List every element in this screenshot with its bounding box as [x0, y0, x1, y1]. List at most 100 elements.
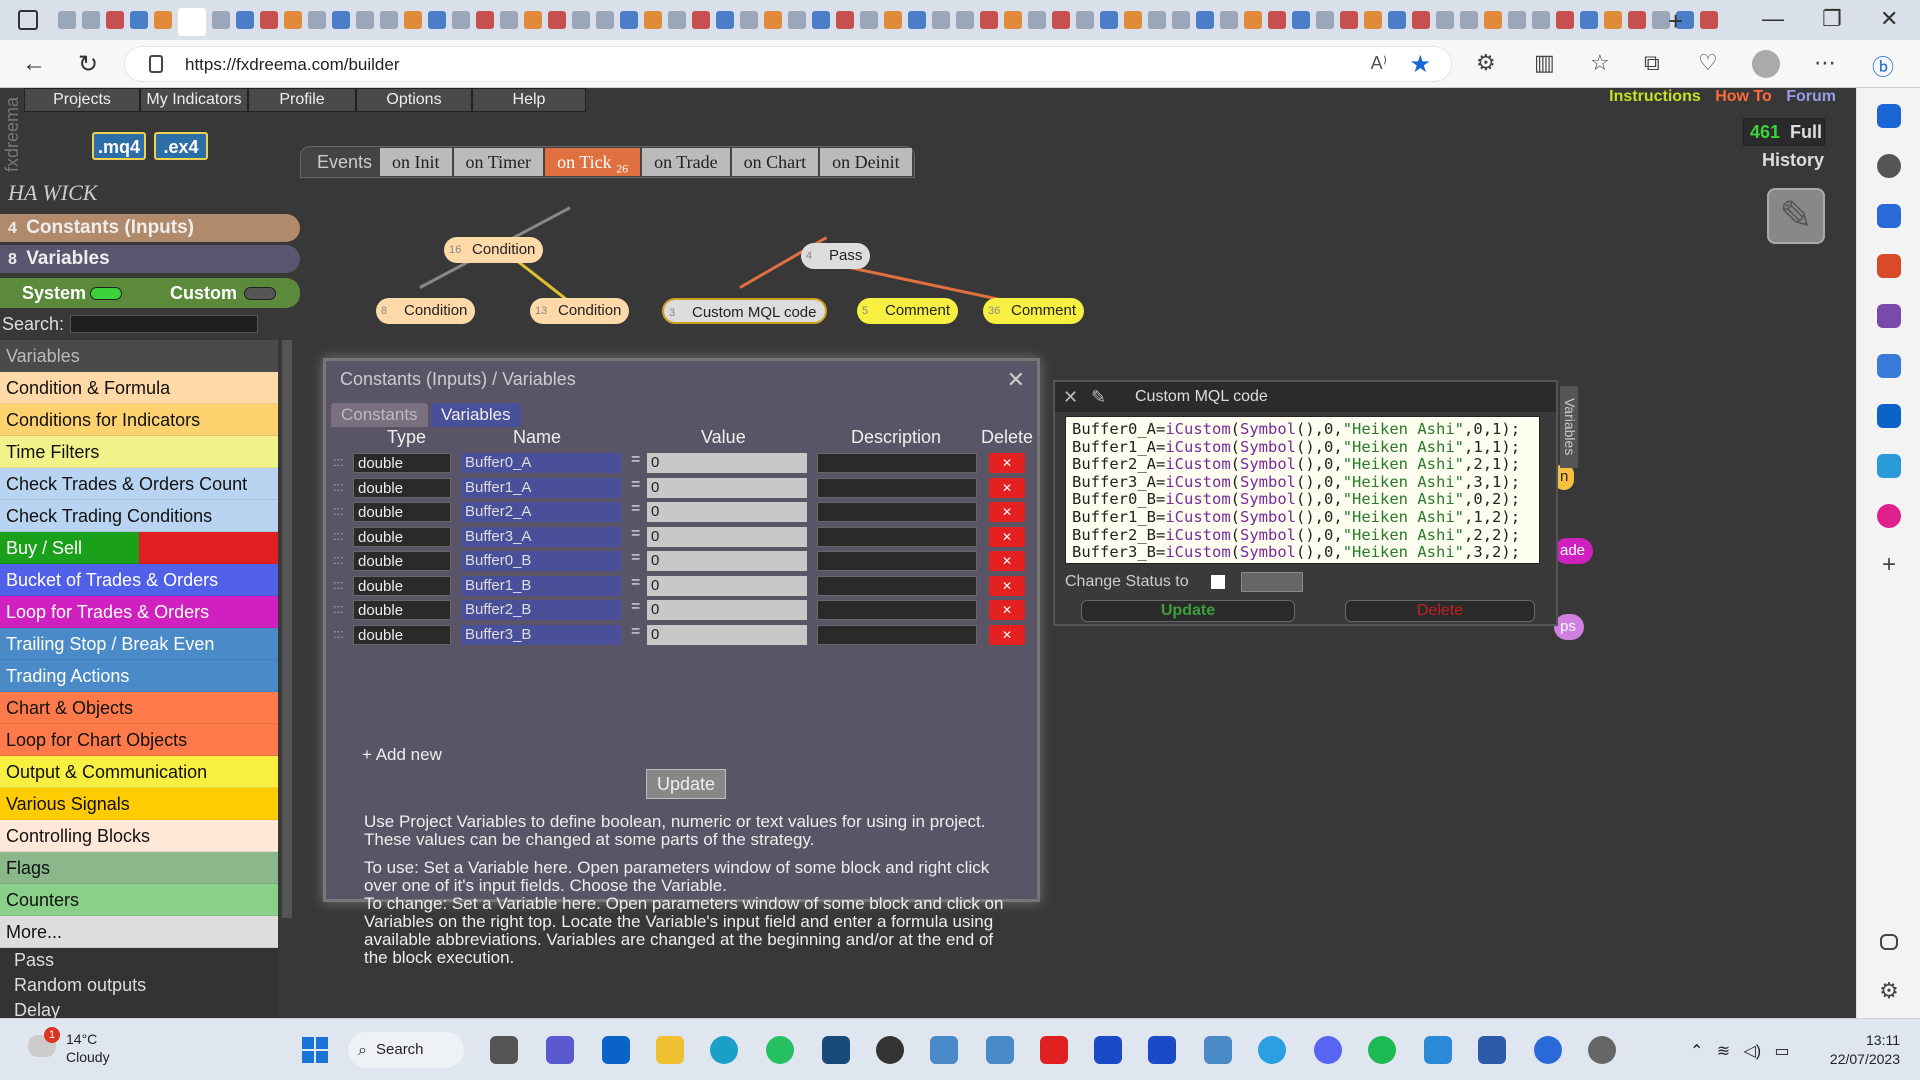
node-condition-13[interactable]: 13 Condition	[530, 298, 630, 324]
category-item[interactable]: Counters	[0, 884, 278, 916]
bing-copilot-icon[interactable]: ⓑ	[1872, 50, 1894, 82]
tab-actions-icon[interactable]	[18, 10, 38, 30]
category-item[interactable]: Output & Communication	[0, 756, 278, 788]
node-comment-36[interactable]: 36 Comment	[983, 298, 1085, 324]
new-tab-button[interactable]: +	[1668, 6, 1683, 37]
description-input[interactable]	[817, 575, 977, 596]
app-taskbar-icon[interactable]	[986, 1036, 1014, 1064]
category-item[interactable]: Time Filters	[0, 436, 278, 468]
drag-handle-icon[interactable]: :::	[333, 479, 344, 494]
pin-icon[interactable]: ✎	[1091, 382, 1106, 412]
value-input[interactable]: 0	[647, 526, 807, 547]
app-taskbar-icon[interactable]	[1534, 1036, 1562, 1064]
system-tray[interactable]: ⌃ ≋ ◁) ▭	[1690, 1041, 1790, 1061]
tab-on-chart[interactable]: on Chart	[731, 148, 819, 176]
favorites-icon[interactable]: ☆	[1590, 50, 1610, 76]
node-condition-16[interactable]: 16 Condition	[444, 237, 544, 263]
category-item[interactable]: Check Trading Conditions	[0, 500, 278, 532]
node-condition-8[interactable]: 8 Condition	[376, 298, 476, 324]
description-input[interactable]	[817, 624, 977, 645]
category-item[interactable]: More...	[0, 916, 278, 948]
url-text[interactable]: https://fxdreema.com/builder	[185, 55, 399, 75]
name-input[interactable]: Buffer3_A	[461, 526, 621, 547]
category-item[interactable]: Check Trades & Orders Count	[0, 468, 278, 500]
delete-icon[interactable]: ✕	[989, 453, 1025, 473]
delete-icon[interactable]: ✕	[989, 575, 1025, 596]
name-input[interactable]: Buffer1_B	[461, 575, 621, 596]
menu-help[interactable]: Help	[472, 88, 586, 112]
whatsapp-icon[interactable]	[766, 1036, 794, 1064]
ig-icon[interactable]	[1040, 1036, 1068, 1064]
variables-row[interactable]: 8 Variables	[0, 245, 300, 273]
category-item[interactable]: Buy / Sell	[0, 532, 278, 564]
delete-icon[interactable]: ✕	[989, 502, 1025, 522]
ex4-button[interactable]: .ex4	[154, 132, 208, 160]
category-item[interactable]: Flags	[0, 852, 278, 884]
shopping-icon[interactable]	[1877, 204, 1901, 228]
tab-on-deinit[interactable]: on Deinit	[820, 148, 912, 176]
profile-avatar[interactable]	[1752, 50, 1780, 78]
settings-icon[interactable]: ⚙	[1877, 978, 1901, 1003]
category-item[interactable]: Trading Actions	[0, 660, 278, 692]
notifications-icon[interactable]	[1877, 104, 1901, 128]
type-select[interactable]: double	[353, 575, 451, 596]
tools-icon[interactable]	[1877, 254, 1901, 278]
sub-item-random-outputs[interactable]: Random outputs	[0, 973, 278, 998]
tab-on-init[interactable]: on Init	[380, 148, 452, 176]
delete-icon[interactable]: ✕	[989, 551, 1025, 571]
type-select[interactable]: double	[353, 551, 451, 571]
refresh-icon[interactable]: ↻	[78, 50, 98, 79]
menu-profile[interactable]: Profile	[248, 88, 356, 112]
discord-icon[interactable]	[1314, 1036, 1342, 1064]
edge-taskbar-icon[interactable]	[710, 1036, 738, 1064]
tab-favicons[interactable]	[58, 8, 1718, 36]
microsoft365-icon[interactable]	[1877, 354, 1901, 378]
type-select[interactable]: double	[353, 526, 451, 547]
mq4-button[interactable]: .mq4	[92, 132, 146, 160]
drag-handle-icon[interactable]: :::	[333, 626, 344, 641]
taskbar-search[interactable]: ⌕ Search	[348, 1032, 464, 1068]
read-aloud-icon[interactable]: A⁾	[1371, 53, 1387, 74]
description-input[interactable]	[817, 453, 977, 473]
project-title[interactable]: HA WICK	[8, 180, 97, 206]
category-item[interactable]: Various Signals	[0, 788, 278, 820]
node-custom-mql-3[interactable]: 3 Custom MQL code	[662, 298, 827, 324]
close-mql-icon[interactable]: ✕	[1063, 382, 1078, 412]
task-view-icon[interactable]	[490, 1036, 518, 1064]
settings-taskbar-icon[interactable]	[1588, 1036, 1616, 1064]
type-select[interactable]: double	[353, 600, 451, 620]
telegram-icon[interactable]	[1258, 1036, 1286, 1064]
word-icon[interactable]	[1478, 1036, 1506, 1064]
type-select[interactable]: double	[353, 453, 451, 473]
search-icon[interactable]	[1877, 154, 1901, 178]
add-sidebar-app-icon[interactable]: +	[1877, 553, 1901, 578]
category-item[interactable]: Condition & Formula	[0, 372, 278, 404]
value-input[interactable]: 0	[647, 477, 807, 498]
value-input[interactable]: 0	[647, 502, 807, 522]
drag-handle-icon[interactable]: :::	[333, 454, 344, 469]
drag-handle-icon[interactable]: :::	[333, 601, 344, 616]
node-partial-trade[interactable]: ade	[1554, 538, 1594, 564]
category-item[interactable]: Chart & Objects	[0, 692, 278, 724]
howto-link[interactable]: How To	[1715, 88, 1772, 105]
drop-icon[interactable]	[1877, 454, 1901, 478]
hide-sidebar-icon[interactable]	[1880, 934, 1898, 950]
description-input[interactable]	[817, 526, 977, 547]
drag-handle-icon[interactable]: :::	[333, 577, 344, 592]
category-item[interactable]: Controlling Blocks	[0, 820, 278, 852]
node-comment-5[interactable]: 5 Comment	[857, 298, 959, 324]
extensions-icon[interactable]: ⚙	[1476, 50, 1496, 76]
instructions-link[interactable]: Instructions	[1609, 88, 1701, 105]
mql-code-editor[interactable]: Buffer0_A=iCustom(Symbol(),0,"Heiken Ash…	[1065, 416, 1540, 564]
delete-icon[interactable]: ✕	[989, 477, 1025, 498]
name-input[interactable]: Buffer2_A	[461, 502, 621, 522]
sub-item-pass[interactable]: Pass	[0, 948, 278, 973]
menu-projects[interactable]: Projects	[24, 88, 140, 112]
tab-on-timer[interactable]: on Timer	[453, 148, 544, 176]
outlook-icon[interactable]	[1877, 404, 1901, 428]
name-input[interactable]: Buffer2_B	[461, 600, 621, 620]
file-explorer-icon[interactable]	[656, 1036, 684, 1064]
favorite-star-icon[interactable]: ★	[1409, 50, 1431, 79]
description-input[interactable]	[817, 477, 977, 498]
mql-delete-button[interactable]: Delete	[1345, 600, 1535, 622]
